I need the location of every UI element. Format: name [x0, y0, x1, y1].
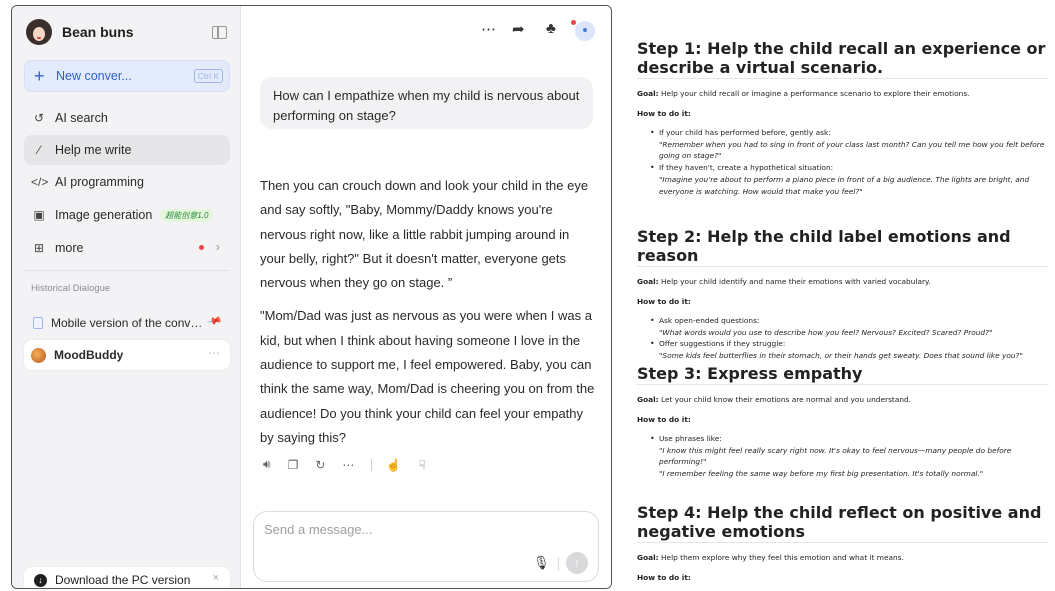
step-bullets: If your child has performed before, gent… [650, 127, 1049, 197]
ai-search-icon: ↺ [33, 111, 45, 125]
bullet-item: Use phrases like:"I know this might feel… [650, 433, 1049, 480]
download-icon: ↓ [34, 573, 47, 587]
sidebar: Bean buns + New conver... Ctrl K ↺ AI se… [12, 6, 241, 588]
app-window: Bean buns + New conver... Ctrl K ↺ AI se… [11, 5, 612, 589]
sidebar-item-ai-search[interactable]: ↺ AI search [24, 103, 230, 133]
step-bullets: Ask open-ended questions:"What words wou… [650, 315, 1049, 362]
new-conversation-button[interactable]: + New conver... Ctrl K [24, 60, 230, 92]
more-options-icon[interactable]: ⋯ [481, 20, 496, 38]
microphone-icon[interactable]: 🎙︎ [533, 555, 550, 571]
step-1: Step 1: Help the child recall an experie… [637, 39, 1049, 197]
step-goal: Goal: Help them explore why they feel th… [637, 553, 904, 562]
actions-divider [371, 458, 373, 471]
user-message: How can I empathize when my child is ner… [260, 77, 593, 129]
brand-name: Bean buns [62, 24, 134, 40]
bullet-item: If your child has performed before, gent… [650, 127, 1049, 162]
image-generation-badge: 超能创意1.0 [160, 208, 214, 222]
history-section-title: Historical Dialogue [31, 283, 111, 294]
speaker-icon[interactable]: 🔊︎ [263, 457, 271, 472]
moodbuddy-avatar-icon [31, 347, 46, 363]
message-input[interactable] [264, 522, 564, 537]
share-icon[interactable]: ➦ [512, 20, 525, 38]
step-3: Step 3: Express empathy Goal: Let your c… [637, 364, 1049, 480]
pin-icon[interactable]: 📌 [206, 314, 222, 330]
step-title: Step 4: Help the child reflect on positi… [637, 503, 1049, 543]
step-how-label: How to do it: [637, 415, 691, 424]
step-title: Step 2: Help the child label emotions an… [637, 227, 1049, 267]
history-item-active[interactable]: MoodBuddy ⋯ [24, 340, 230, 370]
brand[interactable]: Bean buns [26, 19, 134, 45]
notification-dot [199, 245, 204, 250]
chat-panel: ⋯ ➦ ♣ How can I empathize when my child … [241, 6, 611, 588]
sidebar-item-help-me-write[interactable]: ∕ Help me write [24, 135, 230, 165]
pen-icon: ∕ [37, 143, 40, 157]
brand-avatar [26, 19, 52, 45]
thumbs-up-icon[interactable]: ☝ [386, 458, 401, 472]
sidebar-toggle-icon[interactable] [212, 26, 227, 39]
step-how-label: How to do it: [637, 109, 691, 118]
thumbs-down-icon[interactable]: ☟ [418, 458, 425, 472]
document-icon [33, 317, 43, 329]
document-panel: Step 1: Help the child recall an experie… [637, 0, 1051, 591]
step-how-label: How to do it: [637, 573, 691, 582]
bullet-item: Offer suggestions if they struggle:"Some… [650, 338, 1049, 361]
download-label: Download the PC version [55, 573, 191, 587]
assistant-answer: Then you can crouch down and look your c… [260, 174, 595, 450]
sidebar-divider [24, 270, 230, 271]
step-title: Step 3: Express empathy [637, 364, 1049, 385]
history-item-label: MoodBuddy [54, 348, 124, 362]
step-goal: Goal: Help your child identify and name … [637, 277, 931, 286]
step-4: Step 4: Help the child reflect on positi… [637, 503, 1049, 583]
step-title: Step 1: Help the child recall an experie… [637, 39, 1049, 79]
step-bullets: Use phrases like:"I know this might feel… [650, 433, 1049, 480]
download-pc-button[interactable]: ↓ Download the PC version × [24, 567, 230, 588]
sidebar-item-label: AI search [55, 111, 108, 125]
code-icon: </> [31, 175, 49, 189]
sidebar-item-label: Help me write [55, 143, 132, 157]
sidebar-item-image-generation[interactable]: ▣ Image generation 超能创意1.0 [24, 200, 230, 230]
copy-icon[interactable]: ❐ [288, 458, 299, 472]
sidebar-item-ai-programming[interactable]: </> AI programming [24, 167, 230, 197]
notification-dot [571, 20, 576, 25]
grid-icon: ⊞ [33, 241, 45, 255]
sidebar-item-label: AI programming [55, 175, 144, 189]
user-avatar[interactable] [575, 21, 595, 41]
sidebar-item-label: more [55, 241, 84, 255]
image-icon: ▣ [33, 208, 45, 222]
step-2: Step 2: Help the child label emotions an… [637, 227, 1049, 362]
answer-paragraph: Then you can crouch down and look your c… [260, 178, 589, 291]
plus-icon: + [34, 66, 45, 86]
close-icon[interactable]: × [213, 572, 219, 584]
bell-icon[interactable]: ♣ [546, 20, 556, 37]
history-item[interactable]: Mobile version of the conversation 📌 [24, 308, 230, 338]
bullet-item: If they haven't, create a hypothetical s… [650, 162, 1049, 197]
chevron-right-icon: › [215, 239, 220, 254]
sidebar-item-more[interactable]: ⊞ more › [24, 233, 230, 263]
bullet-item: Ask open-ended questions:"What words wou… [650, 315, 1049, 338]
send-button[interactable]: ↑ [566, 552, 588, 574]
step-how-label: How to do it: [637, 297, 691, 306]
history-item-label: Mobile version of the conversation [51, 316, 206, 330]
answer-paragraph: "Mom/Dad was just as nervous as you were… [260, 308, 595, 445]
more-icon[interactable]: ⋯ [342, 458, 354, 472]
step-goal: Goal: Let your child know their emotions… [637, 395, 912, 404]
more-options-icon[interactable]: ⋯ [208, 346, 221, 360]
shortcut-badge: Ctrl K [193, 69, 223, 83]
message-composer: 🎙︎ ↑ [253, 511, 599, 582]
app: Bean buns + New conver... Ctrl K ↺ AI se… [0, 0, 1055, 591]
sidebar-item-label: Image generation [55, 208, 153, 222]
step-goal: Goal: Help your child recall or imagine … [637, 89, 970, 98]
new-conversation-label: New conver... [56, 69, 132, 83]
regenerate-icon[interactable]: ↻ [315, 458, 325, 472]
message-actions: 🔊︎ ❐ ↻ ⋯ ☝ ☟ [263, 457, 443, 472]
composer-divider [558, 557, 559, 571]
